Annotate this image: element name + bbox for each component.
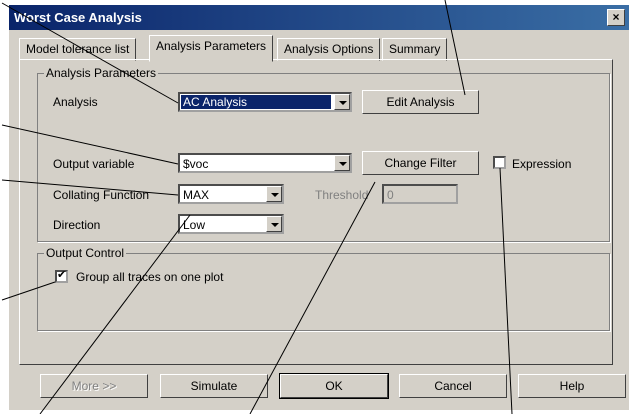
callout-line-collating [1, 179, 179, 196]
callout-lines [1, 0, 513, 414]
callout-line-output-variable [1, 124, 179, 165]
callout-line-group-traces [1, 281, 56, 301]
callout-line-expression [499, 167, 513, 414]
tab-analysis-parameters[interactable]: Analysis Parameters [149, 35, 274, 62]
callout-line-direction [39, 214, 191, 414]
callout-line-edit-analysis [444, 0, 466, 96]
callout-line-threshold [249, 181, 376, 414]
